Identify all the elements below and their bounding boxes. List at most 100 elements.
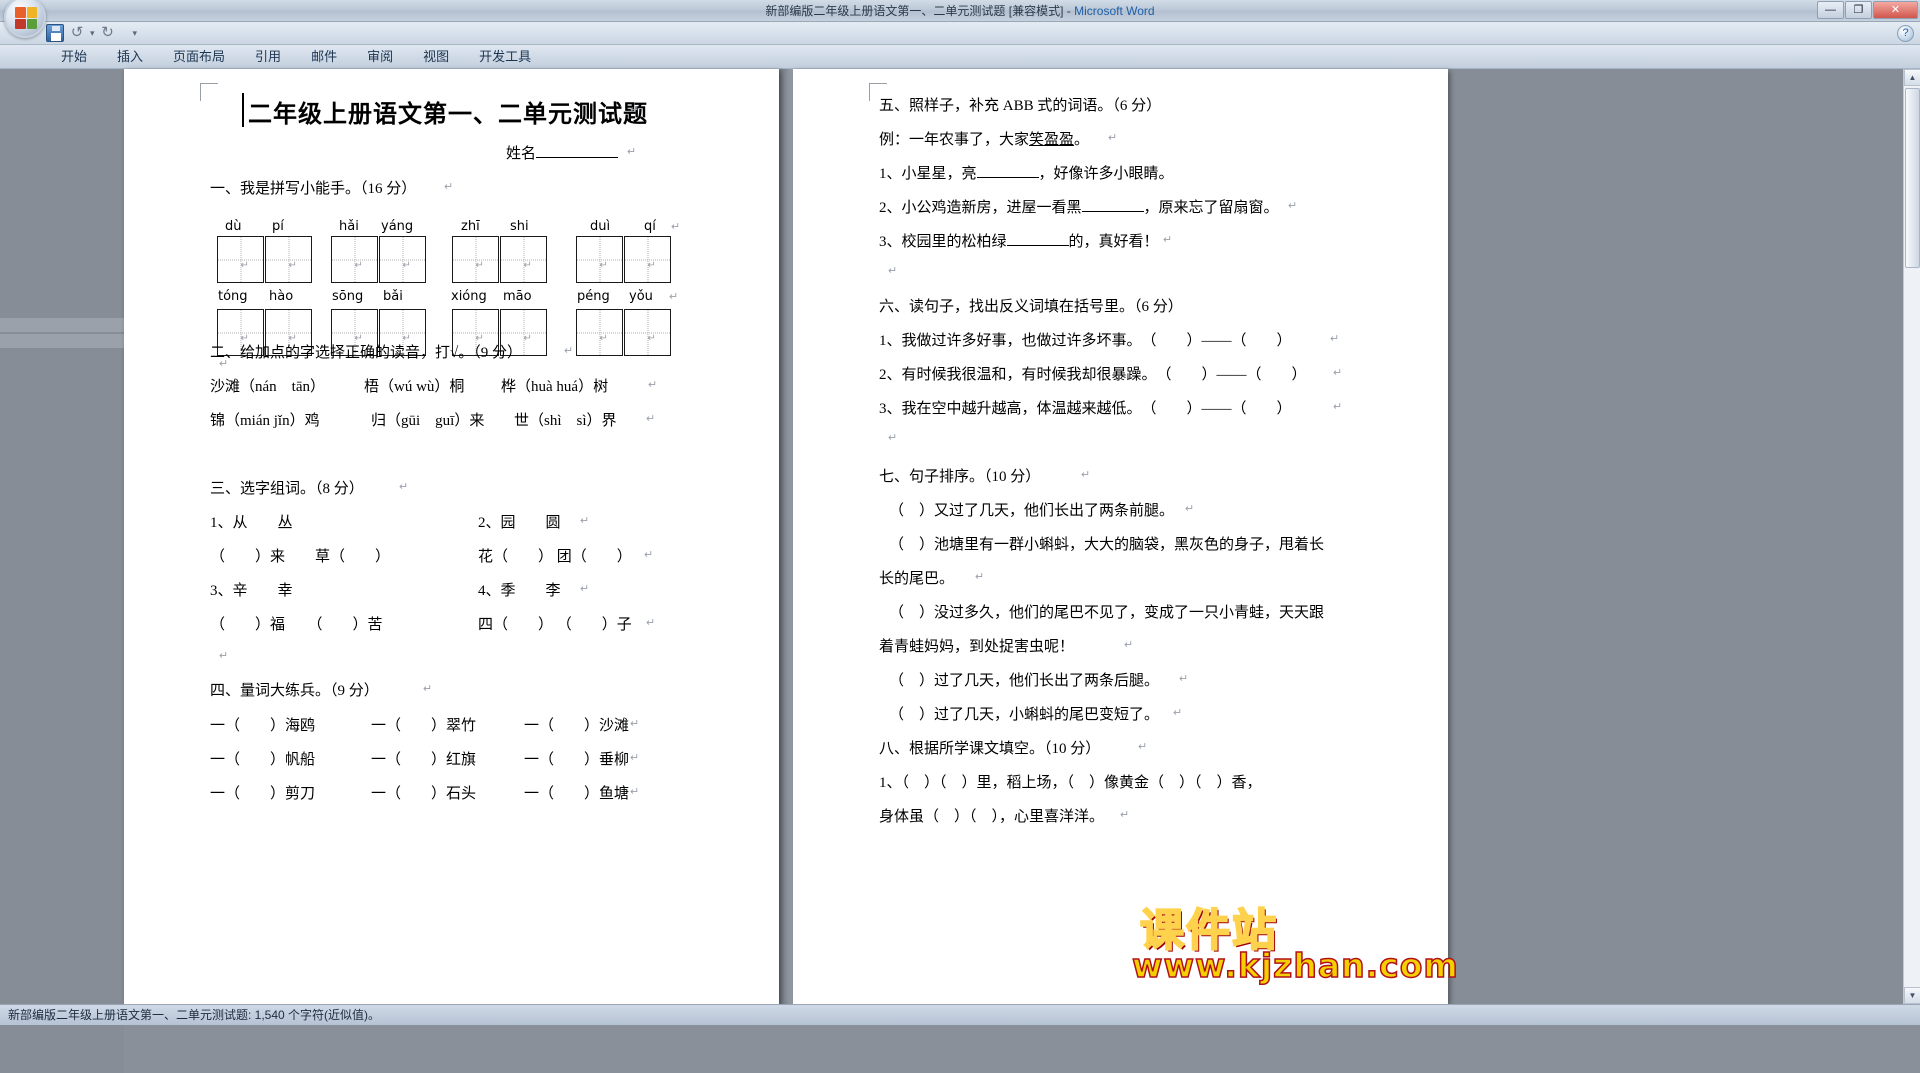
section3-item2-label: 2、园 圆 <box>478 511 561 532</box>
section7-item3: （ ）没过多久，他们的尾巴不见了，变成了一只小青蛙，天天跟 <box>889 601 1324 622</box>
section8-item1: 1、（ ）（ ）里，稻上场，（ ）像黄金（ ）（ ）香， <box>879 771 1262 792</box>
ribbon-tab-mailings[interactable]: 邮件 <box>296 45 352 69</box>
tianzi-pilcrow: ↵ <box>524 260 532 271</box>
workspace-left-margin <box>0 138 124 1073</box>
section3-pilcrow: ↵ <box>399 480 408 493</box>
scroll-down-icon[interactable]: ▼ <box>1904 987 1920 1004</box>
section5-example-pilcrow: ↵ <box>1108 131 1117 144</box>
section3-row4-pilcrow: ↵ <box>646 616 655 629</box>
tianzi-box[interactable]: ↵ <box>265 236 312 283</box>
section6-item1: 1、我做过许多好事，也做过许多坏事。 （ ）——（ ） <box>879 329 1292 350</box>
ribbon-tab-view[interactable]: 视图 <box>408 45 464 69</box>
document-page-left[interactable]: 二年级上册语文第一、二单元测试题 ↵ 姓名 ↵ 一、我是拼写小能手。（16 分）… <box>124 69 779 1004</box>
pinyin-g2-top-2: yáng <box>381 219 413 234</box>
maximize-button[interactable]: ❐ <box>1845 1 1872 19</box>
tianzi-pilcrow: ↵ <box>524 333 532 344</box>
pinyin-row2-pilcrow: ↵ <box>669 290 678 303</box>
tianzi-box[interactable]: ↵ <box>379 236 426 283</box>
window-title: 新部编版二年级上册语文第一、二单元测试题 [兼容模式] - Microsoft … <box>0 0 1920 22</box>
pinyin-g3-top-1: zhī <box>461 219 480 234</box>
redo-icon[interactable]: ↻ <box>99 24 117 42</box>
document-page-right[interactable]: 五、照样子，补充 ABB 式的词语。（6 分） 例：一年农事了，大家笑盈盈。 ↵… <box>793 69 1448 1004</box>
section6-item3-pilcrow: ↵ <box>1333 400 1342 413</box>
section7-heading: 七、句子排序。（10 分） <box>879 465 1040 486</box>
ribbon-tab-developer[interactable]: 开发工具 <box>464 45 546 69</box>
section4-row1-pilcrow: ↵ <box>630 717 639 730</box>
section2-row2-pilcrow: ↵ <box>646 412 655 425</box>
text-cursor <box>242 93 244 127</box>
save-icon[interactable] <box>46 24 64 42</box>
office-logo-icon <box>15 7 37 29</box>
document-workspace: 二年级上册语文第一、二单元测试题 ↵ 姓名 ↵ 一、我是拼写小能手。（16 分）… <box>0 69 1920 1004</box>
help-icon[interactable]: ? <box>1897 25 1914 42</box>
tianzi-box[interactable]: ↵ <box>217 236 264 283</box>
section1-heading: 一、我是拼写小能手。（16 分） <box>210 177 416 198</box>
section7-item5: （ ）过了几天，小蝌蚪的尾巴变短了。 <box>889 703 1159 724</box>
section4-row2-item1: 一（ ）帆船 <box>210 748 315 769</box>
tianzi-box[interactable]: ↵ <box>331 236 378 283</box>
tianzi-box[interactable]: ↵ <box>624 309 671 356</box>
section5-item1: 1、小星星，亮，好像许多小眼睛。 <box>879 162 1174 183</box>
section7-pilcrow: ↵ <box>1081 468 1090 481</box>
scrollbar-thumb[interactable] <box>1905 88 1920 268</box>
pinyin-g3-top-2: shi <box>510 219 529 234</box>
section3-row2-pilcrow: ↵ <box>644 548 653 561</box>
section5-item1-post: ，好像许多小眼睛。 <box>1039 166 1174 182</box>
tianzi-box[interactable]: ↵ <box>452 236 499 283</box>
section5-item3-pre: 3、校园里的松柏绿 <box>879 234 1007 250</box>
section3-item1-label: 1、从 丛 <box>210 511 293 532</box>
tianzi-box[interactable]: ↵ <box>576 309 623 356</box>
undo-dropdown-icon[interactable]: ▾ <box>90 28 95 39</box>
section5-item2: 2、小公鸡造新房，进屋一看黑 ，原来忘了留扇窗。 <box>879 196 1279 217</box>
name-pilcrow: ↵ <box>627 145 636 158</box>
section5-example-suffix: 。 <box>1074 132 1089 148</box>
margin-corner-mark <box>200 83 218 101</box>
section2-row1-item1: 沙滩（nán tān） <box>210 375 325 396</box>
section7-item4: （ ）过了几天，他们长出了两条后腿。 <box>889 669 1159 690</box>
pinyin-g1-top-2: pí <box>272 219 284 234</box>
section4-pilcrow: ↵ <box>423 682 432 695</box>
pinyin-row1-pilcrow: ↵ <box>671 220 680 233</box>
section7-item2-pilcrow: ↵ <box>975 570 984 583</box>
title-pilcrow: ↵ <box>630 103 639 116</box>
section3-row3-pilcrow: ↵ <box>580 582 589 595</box>
close-button[interactable]: ✕ <box>1873 1 1918 19</box>
section5-item2-pre: 2、小公鸡造新房，进屋一看黑 <box>879 200 1082 216</box>
watermark-url: www.kjzhan.com <box>1132 946 1459 985</box>
minimize-button[interactable]: — <box>1817 1 1844 19</box>
section4-row1-item3: 一（ ）沙滩 <box>524 714 629 735</box>
tianzi-pilcrow: ↵ <box>403 260 411 271</box>
section6-heading: 六、读句子，找出反义词填在括号里。（6 分） <box>879 295 1183 316</box>
undo-icon[interactable]: ↺ <box>68 24 86 42</box>
section6-item1-pilcrow: ↵ <box>1330 332 1339 345</box>
ribbon-tab-home[interactable]: 开始 <box>46 45 102 69</box>
scroll-up-icon[interactable]: ▲ <box>1904 69 1920 86</box>
tianzi-box[interactable]: ↵ <box>624 236 671 283</box>
tianzi-pilcrow: ↵ <box>241 260 249 271</box>
tianzi-pilcrow: ↵ <box>600 260 608 271</box>
pinyin-g1-top-1: dù <box>225 219 242 234</box>
ribbon-tab-references[interactable]: 引用 <box>240 45 296 69</box>
section4-row1-item1: 一（ ）海鸥 <box>210 714 315 735</box>
tianzi-pilcrow: ↵ <box>600 333 608 344</box>
tianzi-box[interactable]: ↵ <box>576 236 623 283</box>
section2-row2-item2: 归（gūi guī）来 <box>371 409 484 430</box>
vertical-scrollbar[interactable]: ▲ ▼ <box>1903 69 1920 1004</box>
section5-heading: 五、照样子，补充 ABB 式的词语。（6 分） <box>879 94 1161 115</box>
section7-item3-pilcrow: ↵ <box>1124 638 1133 651</box>
section4-row1-item2: 一（ ）翠竹 <box>371 714 476 735</box>
ribbon-tab-review[interactable]: 审阅 <box>352 45 408 69</box>
section2-row1-item3: 桦（huà huá）树 <box>501 375 608 396</box>
status-bar: 新部编版二年级上册语文第一、二单元测试题: 1,540 个字符(近似值)。 <box>0 1004 1920 1025</box>
section6-end-pilcrow: ↵ <box>888 431 897 444</box>
section5-item2-pilcrow: ↵ <box>1288 199 1297 212</box>
customize-qat-icon[interactable]: ▾ <box>133 28 138 39</box>
tianzi-box[interactable]: ↵ <box>500 236 547 283</box>
ribbon-tab-page-layout[interactable]: 页面布局 <box>158 45 240 69</box>
section5-item2-post: ，原来忘了留扇窗。 <box>1144 200 1279 216</box>
section2-pilcrow: ↵ <box>564 344 573 357</box>
section7-item2: （ ）池塘里有一群小蝌蚪，大大的脑袋，黑灰色的身子，甩着长 <box>889 533 1324 554</box>
section4-row3-item2: 一（ ）石头 <box>371 782 476 803</box>
ribbon-tab-insert[interactable]: 插入 <box>102 45 158 69</box>
section1-pilcrow: ↵ <box>444 180 453 193</box>
